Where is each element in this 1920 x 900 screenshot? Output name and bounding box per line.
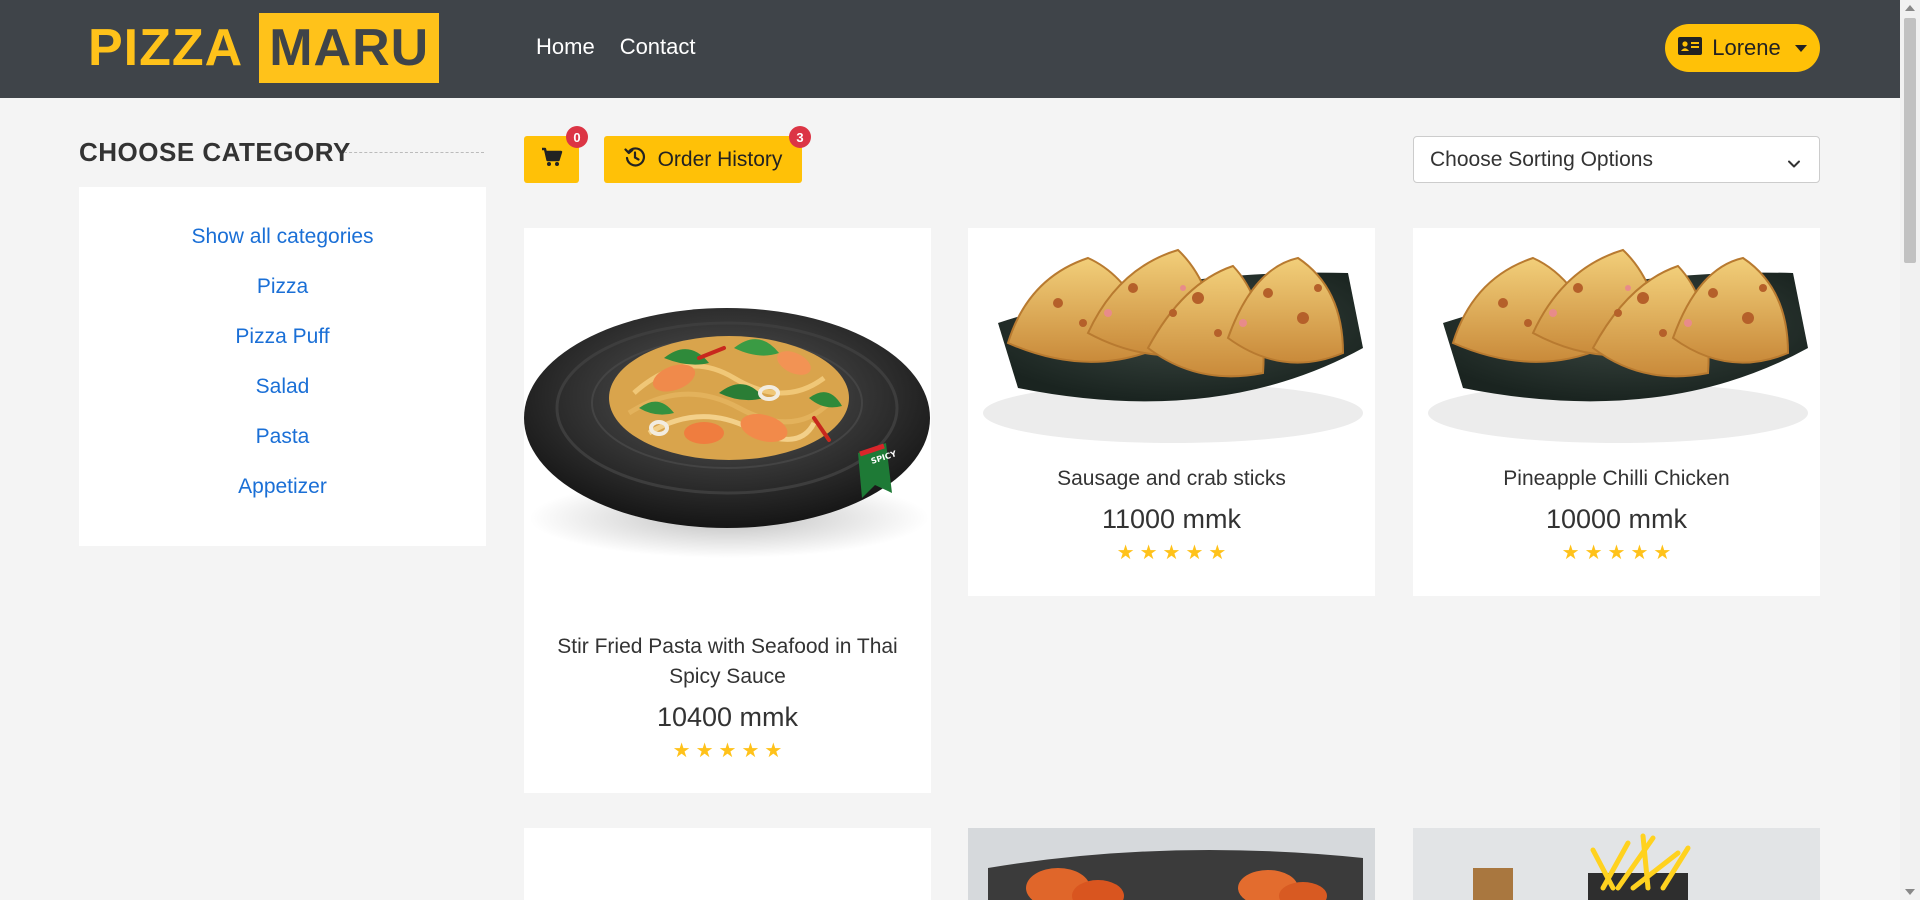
- list-item: Pizza: [79, 275, 486, 325]
- list-item: Pizza Puff: [79, 325, 486, 375]
- product-name[interactable]: Stir Fried Pasta with Seafood in Thai Sp…: [524, 632, 931, 692]
- logo-text-pizza: PIZZA: [88, 19, 244, 77]
- category-link-pizza-puff[interactable]: Pizza Puff: [235, 325, 329, 348]
- product-info: Pineapple Chilli Chicken 10000 mmk ★ ★ ★ ★ ★: [1413, 464, 1820, 563]
- main-nav: Home Contact: [536, 34, 696, 60]
- cart-count-badge: 0: [566, 126, 588, 148]
- star-icon: ★: [1208, 542, 1227, 564]
- product-card[interactable]: [968, 828, 1375, 900]
- history-icon: [623, 146, 646, 174]
- cart-icon: [541, 147, 563, 172]
- nav-link-contact[interactable]: Contact: [620, 34, 696, 60]
- product-rating: ★ ★ ★ ★ ★: [1413, 543, 1820, 563]
- chevron-down-icon: [1787, 153, 1801, 177]
- product-card[interactable]: SPICY Stir Fried Pasta with Seafood in T…: [524, 228, 931, 793]
- product-card[interactable]: [524, 828, 931, 900]
- star-icon: ★: [672, 740, 691, 762]
- brand-logo[interactable]: PIZZA MARU: [88, 13, 440, 83]
- scroll-down-arrow-icon[interactable]: [1905, 889, 1915, 895]
- category-link-pasta[interactable]: Pasta: [256, 425, 310, 448]
- star-icon: ★: [718, 740, 737, 762]
- scrollbar-thumb[interactable]: [1904, 18, 1916, 263]
- order-history-label: Order History: [657, 147, 783, 171]
- user-name: Lorene: [1712, 35, 1781, 60]
- product-price: 10000 mmk: [1545, 504, 1688, 534]
- id-card-icon: [1678, 35, 1703, 61]
- heading-divider: [344, 152, 484, 153]
- star-icon: ★: [1185, 542, 1204, 564]
- product-image[interactable]: [1413, 828, 1820, 900]
- user-menu-button[interactable]: Lorene: [1665, 24, 1820, 72]
- star-icon: ★: [1561, 542, 1580, 564]
- product-info: Sausage and crab sticks 11000 mmk ★ ★ ★ ★ ★: [968, 464, 1375, 563]
- star-icon: ★: [1139, 542, 1158, 564]
- star-icon: ★: [695, 740, 714, 762]
- product-price: 10400 mmk: [656, 702, 799, 732]
- star-icon: ★: [1653, 542, 1672, 564]
- star-icon: ★: [1116, 542, 1135, 564]
- sort-select[interactable]: Choose Sorting Options: [1413, 136, 1820, 183]
- nav-link-home[interactable]: Home: [536, 34, 595, 60]
- product-card[interactable]: [1413, 828, 1820, 900]
- product-card[interactable]: Pineapple Chilli Chicken 10000 mmk ★ ★ ★ ★ ★: [1413, 228, 1820, 596]
- vertical-scrollbar[interactable]: [1900, 0, 1920, 900]
- list-item: Appetizer: [79, 475, 486, 525]
- star-icon: ★: [764, 740, 783, 762]
- category-list: Show all categories Pizza Pizza Puff Sal…: [79, 187, 486, 525]
- star-icon: ★: [1607, 542, 1626, 564]
- sort-select-value: Choose Sorting Options: [1430, 147, 1653, 171]
- product-name[interactable]: Sausage and crab sticks: [968, 464, 1375, 494]
- category-link-all[interactable]: Show all categories: [191, 225, 373, 248]
- scroll-up-arrow-icon[interactable]: [1905, 5, 1915, 11]
- order-history-button[interactable]: Order History: [604, 136, 802, 183]
- category-panel: Show all categories Pizza Pizza Puff Sal…: [79, 187, 486, 546]
- product-image[interactable]: SPICY: [524, 228, 931, 623]
- product-price: 11000 mmk: [1101, 504, 1242, 534]
- product-rating: ★ ★ ★ ★ ★: [524, 741, 931, 761]
- category-link-salad[interactable]: Salad: [256, 375, 310, 398]
- product-image[interactable]: [968, 828, 1375, 900]
- star-icon: ★: [1630, 542, 1649, 564]
- product-image[interactable]: [1413, 228, 1820, 453]
- list-item: Show all categories: [79, 225, 486, 275]
- category-heading: CHOOSE CATEGORY: [79, 137, 351, 167]
- navbar: PIZZA MARU Home Contact Lorene: [0, 0, 1900, 98]
- product-name[interactable]: Pineapple Chilli Chicken: [1413, 464, 1820, 494]
- category-link-pizza[interactable]: Pizza: [257, 275, 308, 298]
- star-icon: ★: [1162, 542, 1181, 564]
- product-rating: ★ ★ ★ ★ ★: [968, 543, 1375, 563]
- category-link-appetizer[interactable]: Appetizer: [238, 475, 327, 498]
- product-card[interactable]: Sausage and crab sticks 11000 mmk ★ ★ ★ ★ ★: [968, 228, 1375, 596]
- list-item: Salad: [79, 375, 486, 425]
- caret-down-icon: [1794, 44, 1807, 52]
- star-icon: ★: [741, 740, 760, 762]
- product-info: Stir Fried Pasta with Seafood in Thai Sp…: [524, 632, 931, 761]
- logo-text-maru: MARU: [259, 13, 440, 83]
- star-icon: ★: [1584, 542, 1603, 564]
- order-history-count-badge: 3: [789, 126, 811, 148]
- list-item: Pasta: [79, 425, 486, 475]
- product-image[interactable]: [968, 228, 1375, 453]
